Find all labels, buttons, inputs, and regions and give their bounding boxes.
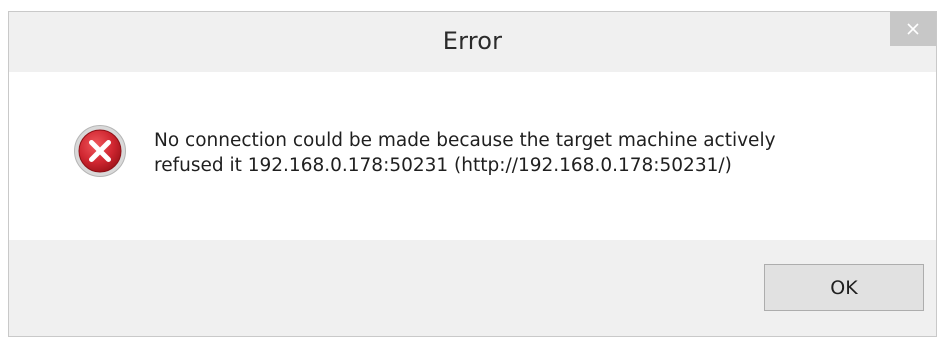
- error-message-line-2: refused it 192.168.0.178:50231 (http://1…: [154, 155, 732, 176]
- dialog-footer: OK: [9, 240, 936, 336]
- error-message-line-1: No connection could be made because the …: [154, 130, 776, 151]
- close-icon: [907, 23, 919, 35]
- title-bar[interactable]: Error: [9, 12, 936, 72]
- dialog-content: No connection could be made because the …: [9, 72, 936, 240]
- close-button[interactable]: [890, 12, 936, 46]
- dialog-title: Error: [442, 27, 503, 55]
- error-icon: [74, 125, 126, 177]
- ok-button[interactable]: OK: [764, 264, 924, 311]
- error-message: No connection could be made because the …: [154, 128, 894, 178]
- error-dialog: Error No connection could be made becaus…: [8, 11, 937, 337]
